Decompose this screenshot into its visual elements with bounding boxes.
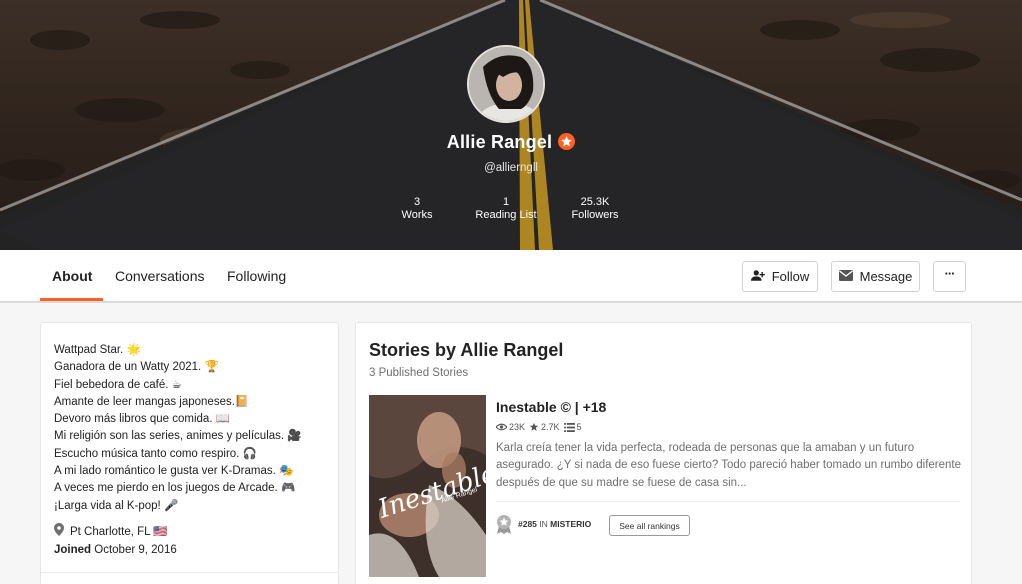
joined-label: Joined bbox=[54, 544, 92, 556]
envelope-icon bbox=[838, 269, 853, 284]
votes-stat: 2.7K bbox=[529, 422, 560, 432]
stories-count: 3 Published Stories bbox=[369, 367, 469, 379]
stat-followers-label: Followers bbox=[571, 209, 619, 221]
profile-header: Allie Rangel @allierngll 3 Works 1 Readi… bbox=[0, 0, 1022, 250]
bio-line: A veces me pierdo en los juegos de Arcad… bbox=[54, 482, 296, 495]
more-options-button[interactable]: ··· bbox=[933, 261, 966, 292]
bio-line: Amante de leer mangas japoneses.📔 bbox=[54, 395, 250, 408]
rank-category: MISTERIO bbox=[550, 519, 592, 529]
card-divider bbox=[41, 572, 338, 573]
stat-followers[interactable]: 25.3K Followers bbox=[564, 196, 626, 222]
votes-count: 2.7K bbox=[541, 422, 560, 432]
bio-line: ¡Larga vida al K-pop! 🎤 bbox=[54, 499, 179, 512]
bio-line: Mi religión son las series, animes y pel… bbox=[54, 430, 302, 443]
stat-reading-list-value: 1 bbox=[502, 196, 510, 208]
ranking-badge-icon bbox=[497, 515, 511, 534]
stories-section-title: Stories by Allie Rangel bbox=[369, 340, 564, 360]
tab-conversations[interactable]: Conversations bbox=[115, 268, 205, 284]
about-card: Wattpad Star. 🌟 Ganadora de un Watty 202… bbox=[40, 322, 339, 584]
eye-icon bbox=[496, 423, 507, 431]
profile-avatar[interactable] bbox=[467, 45, 545, 123]
profile-name: Allie Rangel bbox=[446, 132, 553, 152]
profile-location: Pt Charlotte, FL 🇺🇸 bbox=[54, 523, 168, 539]
story-description: Karla creía tener la vida perfecta, rode… bbox=[496, 442, 961, 489]
stat-works[interactable]: 3 Works bbox=[388, 196, 446, 222]
list-icon bbox=[563, 422, 575, 432]
see-all-rankings-button[interactable]: See all rankings bbox=[609, 515, 690, 536]
star-icon bbox=[529, 422, 539, 431]
verified-star-icon bbox=[558, 133, 576, 150]
story-stats: 23K 2.7K 5 bbox=[496, 422, 582, 432]
story-title-link[interactable]: Inestable © | +18 bbox=[496, 399, 606, 415]
stat-reading-list-label: Reading List bbox=[475, 209, 537, 221]
active-tab-indicator bbox=[40, 298, 103, 301]
story-ranking: #285 IN MISTERIO bbox=[496, 514, 591, 534]
stat-works-value: 3 bbox=[413, 196, 421, 208]
reads-stat: 23K bbox=[496, 422, 525, 432]
stories-card: Stories by Allie Rangel 3 Published Stor… bbox=[355, 322, 972, 584]
profile-handle: @allierngll bbox=[484, 162, 538, 174]
tab-following[interactable]: Following bbox=[227, 268, 286, 284]
profile-joined: Joined October 9, 2016 bbox=[54, 544, 177, 556]
message-button[interactable]: Message bbox=[831, 261, 920, 292]
bio-line: A mi lado romántico le gusta ver K-Drama… bbox=[54, 465, 294, 478]
profile-tab-bar: About Conversations Following Follow Mes… bbox=[0, 250, 1022, 303]
add-user-icon bbox=[750, 269, 765, 285]
follow-button-label: Follow bbox=[771, 269, 810, 284]
joined-date: October 9, 2016 bbox=[94, 544, 177, 556]
stat-followers-value: 25.3K bbox=[580, 196, 610, 208]
tab-about[interactable]: About bbox=[52, 268, 92, 284]
parts-count: 5 bbox=[576, 422, 582, 432]
rank-number: #285 bbox=[518, 519, 537, 529]
profile-bio: Wattpad Star. 🌟 Ganadora de un Watty 202… bbox=[54, 342, 334, 515]
story-cover-image[interactable]: Inestable Allie Rangel bbox=[369, 395, 486, 577]
message-button-label: Message bbox=[859, 269, 913, 284]
bio-line: Fiel bebedora de café. ☕ bbox=[54, 378, 182, 391]
bio-line: Ganadora de un Watty 2021. 🏆 bbox=[54, 361, 219, 374]
location-pin-icon bbox=[54, 523, 64, 539]
location-text: Pt Charlotte, FL 🇺🇸 bbox=[70, 526, 168, 538]
reads-count: 23K bbox=[509, 422, 526, 432]
bio-line: Wattpad Star. 🌟 bbox=[54, 344, 141, 356]
bio-line: Devoro más libros que comida. 📖 bbox=[54, 413, 231, 426]
stat-works-label: Works bbox=[401, 209, 433, 221]
more-options-icon: ··· bbox=[944, 266, 956, 281]
follow-button[interactable]: Follow bbox=[742, 261, 818, 292]
stat-reading-list[interactable]: 1 Reading List bbox=[470, 196, 542, 222]
rank-in: IN bbox=[539, 519, 548, 529]
story-divider bbox=[496, 501, 960, 502]
parts-stat: 5 bbox=[563, 422, 582, 432]
bio-line: Escucho música tanto como respiro. 🎧 bbox=[54, 447, 257, 460]
